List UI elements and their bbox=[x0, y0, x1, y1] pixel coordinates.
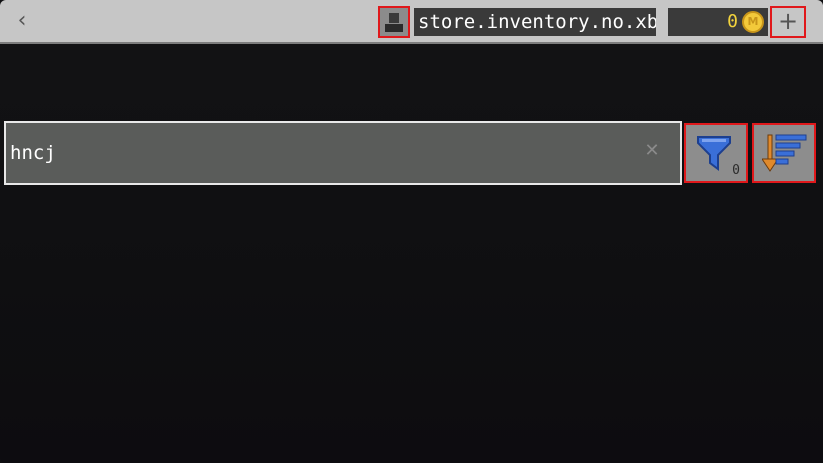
coin-balance: 0 M bbox=[668, 8, 768, 36]
add-coins-button[interactable]: + bbox=[770, 6, 806, 38]
profile-button[interactable] bbox=[378, 6, 410, 38]
back-button[interactable]: ‹ bbox=[10, 8, 34, 34]
top-bar: ‹ store.inventory.no.xbl 0 M + bbox=[0, 0, 823, 44]
store-inventory-screen: ‹ store.inventory.no.xbl 0 M + ✕ 0 bbox=[0, 0, 823, 463]
chevron-left-icon: ‹ bbox=[17, 8, 27, 33]
profile-avatar-icon bbox=[389, 13, 399, 23]
profile-avatar-body bbox=[385, 24, 403, 32]
minecoin-icon: M bbox=[742, 11, 764, 33]
sort-button[interactable] bbox=[752, 123, 816, 183]
gamertag-label: store.inventory.no.xbl bbox=[414, 8, 656, 36]
coin-count: 0 bbox=[727, 11, 738, 32]
plus-icon: + bbox=[777, 7, 799, 35]
filter-count: 0 bbox=[732, 163, 740, 178]
clear-search-button[interactable]: ✕ bbox=[642, 141, 662, 161]
funnel-filter-icon bbox=[697, 136, 731, 171]
search-input[interactable] bbox=[10, 123, 630, 183]
filter-button[interactable]: 0 bbox=[684, 123, 748, 183]
sort-descending-icon bbox=[762, 134, 807, 172]
search-box: ✕ bbox=[4, 121, 682, 185]
close-icon: ✕ bbox=[644, 140, 660, 161]
